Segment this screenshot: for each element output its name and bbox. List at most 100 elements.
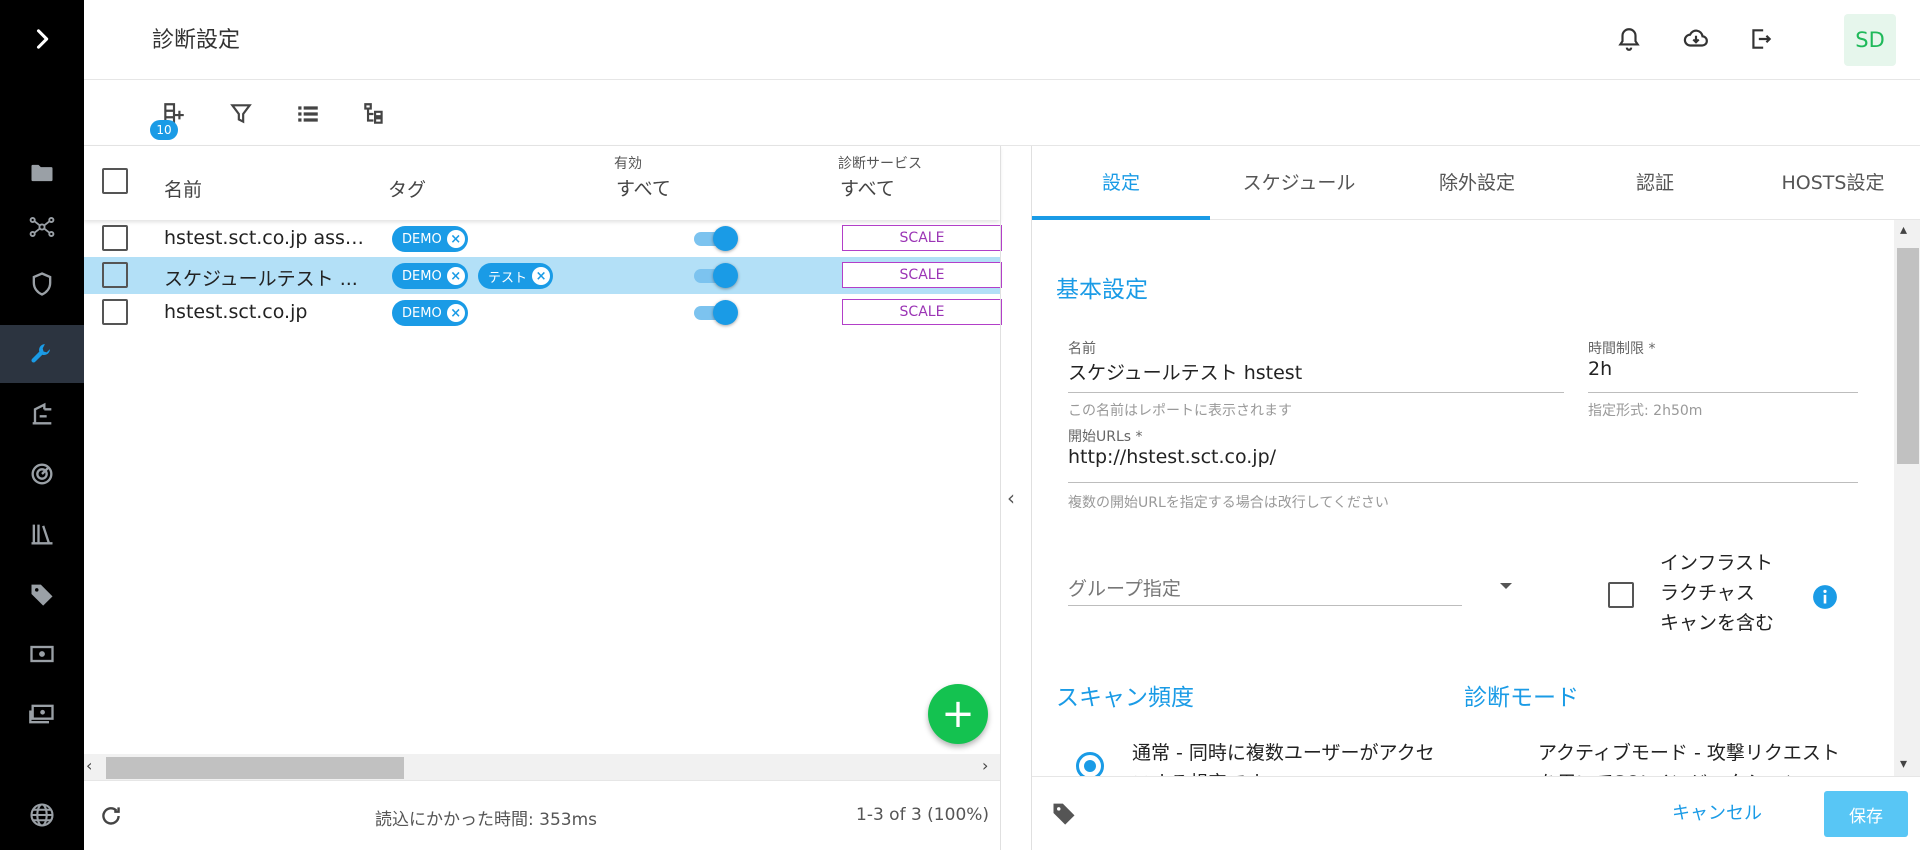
row-checkbox[interactable] xyxy=(102,299,128,325)
tree-view-button[interactable] xyxy=(358,98,390,130)
nav-scan-settings[interactable] xyxy=(0,325,84,383)
add-fab-button[interactable]: + xyxy=(928,684,988,744)
info-icon[interactable] xyxy=(1812,584,1838,610)
nav-tags[interactable] xyxy=(0,565,84,623)
close-icon[interactable]: × xyxy=(446,230,465,248)
infra-scan-checkbox[interactable] xyxy=(1608,582,1634,608)
radar-icon xyxy=(31,463,53,485)
diagnosis-mode-option-line1: アクティブモード - 攻撃リクエスト xyxy=(1538,742,1840,764)
enabled-toggle[interactable] xyxy=(694,263,738,288)
collapse-panel-icon[interactable]: ‹ xyxy=(1007,486,1015,510)
nav-language[interactable] xyxy=(0,786,84,844)
scroll-down-icon[interactable]: ▾ xyxy=(1900,756,1907,772)
row-name: hstest.sct.co.jp xyxy=(164,301,308,323)
list-toolbar: 10 xyxy=(84,80,1920,146)
tab-auth[interactable]: 認証 xyxy=(1566,168,1744,195)
time-limit-hint: 指定形式: 2h50m xyxy=(1588,403,1703,419)
column-enabled-label: 有効 xyxy=(614,156,642,172)
tag-icon[interactable] xyxy=(1050,799,1078,827)
wrench-icon xyxy=(31,344,50,363)
scroll-up-icon[interactable]: ▴ xyxy=(1900,222,1907,238)
bell-icon xyxy=(1618,28,1640,51)
chevron-right-icon xyxy=(36,29,49,49)
nav-reports[interactable] xyxy=(0,385,84,443)
close-icon[interactable]: × xyxy=(446,304,465,322)
scan-frequency-radio[interactable] xyxy=(1076,752,1104,776)
row-checkbox[interactable] xyxy=(102,225,128,251)
detail-footer: キャンセル 保存 xyxy=(1032,776,1920,850)
dropdown-arrow-icon[interactable] xyxy=(1498,580,1514,592)
nav-payments[interactable] xyxy=(0,685,84,743)
notifications-button[interactable] xyxy=(1614,24,1644,54)
start-urls-label: 開始URLs * xyxy=(1068,429,1143,445)
vertical-scrollbar[interactable]: ▴ ▾ xyxy=(1894,220,1920,776)
nav-billing[interactable] xyxy=(0,625,84,683)
nav-targets[interactable] xyxy=(0,445,84,503)
diagnosis-mode-heading: 診断モード xyxy=(1464,685,1579,711)
start-urls-hint: 複数の開始URLを指定する場合は改行してください xyxy=(1068,495,1389,511)
table-row[interactable]: hstest.sct.co.jp asset... DEMO × SCALE xyxy=(84,220,1002,257)
crane-icon xyxy=(32,402,52,425)
row-checkbox[interactable] xyxy=(102,262,128,288)
cancel-button[interactable]: キャンセル xyxy=(1672,799,1762,825)
nav-library[interactable] xyxy=(0,505,84,563)
diagnosis-mode-option: アクティブモード - 攻撃リクエスト を用いてSQLインジェクション xyxy=(1538,738,1840,776)
table-row[interactable]: スケジュールテスト ... DEMO × テスト × SCALE xyxy=(84,257,1002,294)
panel-divider: ‹ xyxy=(1000,146,1032,850)
table-row[interactable]: hstest.sct.co.jp DEMO × SCALE xyxy=(84,294,1002,331)
user-avatar[interactable]: SD xyxy=(1844,14,1896,66)
enabled-toggle[interactable] xyxy=(694,226,738,251)
infra-scan-label-line3: キャンを含む xyxy=(1660,612,1775,634)
tag-chip-label: DEMO xyxy=(402,268,442,284)
download-button[interactable] xyxy=(1681,24,1711,54)
scrollbar-thumb[interactable] xyxy=(106,757,404,779)
name-hint: この名前はレポートに表示されます xyxy=(1068,403,1292,419)
tab-settings[interactable]: 設定 xyxy=(1032,168,1210,195)
tab-schedule[interactable]: スケジュール xyxy=(1210,168,1388,195)
select-all-checkbox[interactable] xyxy=(102,168,128,194)
filter-button[interactable] xyxy=(225,98,257,130)
column-service-filter[interactable]: すべて xyxy=(840,174,895,201)
horizontal-scrollbar[interactable]: ‹ › xyxy=(84,754,1000,780)
close-icon[interactable]: × xyxy=(532,267,551,285)
close-icon[interactable]: × xyxy=(446,267,465,285)
nav-security[interactable] xyxy=(0,255,84,313)
tag-chip-label: テスト xyxy=(488,270,528,286)
group-select[interactable]: グループ指定 xyxy=(1068,574,1181,601)
time-limit-field[interactable]: 2h xyxy=(1588,358,1612,380)
scroll-left-icon[interactable]: ‹ xyxy=(86,756,92,775)
logout-button[interactable] xyxy=(1746,24,1776,54)
count-badge: 10 xyxy=(150,120,178,140)
start-urls-field[interactable]: http://hstest.sct.co.jp/ xyxy=(1068,446,1276,468)
list-view-button[interactable] xyxy=(292,98,324,130)
money-icon xyxy=(30,645,54,663)
cloud-download-icon xyxy=(1683,29,1708,47)
settings-form: 基本設定 名前 スケジュールテスト hstest この名前はレポートに表示されま… xyxy=(1032,220,1894,776)
tag-chip: DEMO × xyxy=(392,300,468,326)
library-icon xyxy=(31,524,53,545)
list-footer: 読込にかかった時間: 353ms 1-3 of 3 (100%) xyxy=(84,780,1000,850)
enabled-toggle[interactable] xyxy=(694,300,738,325)
diagnosis-mode-option-line2: を用いてSQLインジェクション xyxy=(1538,768,1840,776)
column-enabled-filter[interactable]: すべて xyxy=(616,174,671,201)
tree-icon xyxy=(364,103,383,124)
name-field[interactable]: スケジュールテスト hstest xyxy=(1068,358,1302,385)
folder-icon xyxy=(31,164,53,182)
group-select-underline xyxy=(1068,605,1462,606)
column-service-label: 診断サービス xyxy=(838,156,922,172)
scrollbar-thumb[interactable] xyxy=(1897,248,1919,464)
network-icon xyxy=(29,216,55,238)
tag-chip: DEMO × xyxy=(392,263,468,289)
nav-network[interactable] xyxy=(0,198,84,256)
name-underline xyxy=(1068,392,1564,393)
nav-assets[interactable] xyxy=(0,144,84,202)
tab-exclusions[interactable]: 除外設定 xyxy=(1388,168,1566,195)
save-button[interactable]: 保存 xyxy=(1824,791,1908,837)
load-time-text: 読込にかかった時間: 353ms xyxy=(375,810,597,830)
refresh-icon[interactable] xyxy=(98,803,124,829)
scroll-right-icon[interactable]: › xyxy=(982,756,988,775)
column-tag[interactable]: タグ xyxy=(388,175,426,202)
expand-nav-button[interactable] xyxy=(0,10,84,68)
column-name[interactable]: 名前 xyxy=(164,175,202,202)
tab-hosts[interactable]: HOSTS設定 xyxy=(1744,168,1920,195)
